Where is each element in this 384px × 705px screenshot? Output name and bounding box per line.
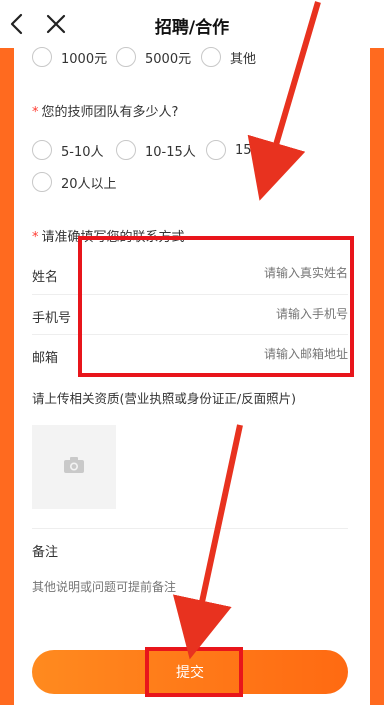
radio-circle[interactable] <box>32 140 52 160</box>
email-input[interactable] <box>148 347 348 361</box>
divider <box>32 528 348 529</box>
required-mark: * <box>32 230 39 245</box>
divider <box>32 334 348 335</box>
radio-budget-other[interactable]: 其他 <box>201 47 256 67</box>
radio-team-5-10[interactable]: 5-10人 <box>32 140 104 160</box>
team-size-question: * 您的技师团队有多少人? <box>32 101 178 120</box>
radio-label: 15-2 <box>235 142 265 158</box>
question-text: 您的技师团队有多少人? <box>41 105 179 120</box>
name-input[interactable] <box>148 266 348 280</box>
radio-circle[interactable] <box>116 140 136 160</box>
upload-photo-button[interactable] <box>32 425 116 509</box>
radio-circle[interactable] <box>206 140 226 160</box>
name-label: 姓名 <box>32 270 59 285</box>
radio-label: 其他 <box>230 51 257 67</box>
top-bar: 招聘/合作 <box>0 0 384 48</box>
divider <box>32 294 348 295</box>
radio-circle[interactable] <box>201 47 221 67</box>
submit-button[interactable]: 提交 <box>32 650 348 694</box>
camera-icon <box>63 456 85 478</box>
radio-label: 10-15人 <box>145 144 196 160</box>
radio-budget-5000[interactable]: 5000元 <box>116 47 191 67</box>
radio-label: 5000元 <box>145 51 192 67</box>
contact-question: * 请准确填写您的联系方式 <box>32 226 185 245</box>
radio-team-20-plus[interactable]: 20人以上 <box>32 172 117 192</box>
phone-input[interactable] <box>148 307 348 321</box>
phone-label: 手机号 <box>32 311 72 326</box>
radio-budget-1000[interactable]: 1000元 <box>32 47 107 67</box>
radio-circle[interactable] <box>116 47 136 67</box>
radio-label: 20人以上 <box>61 176 117 192</box>
radio-team-15-20[interactable]: 15-2 <box>206 140 265 160</box>
upload-label: 请上传相关资质(营业执照或身份证正/反面照片) <box>32 391 296 406</box>
notes-label: 备注 <box>32 545 59 560</box>
notes-input[interactable] <box>32 580 332 594</box>
radio-label: 5-10人 <box>61 144 104 160</box>
radio-circle[interactable] <box>32 47 52 67</box>
required-mark: * <box>32 105 39 120</box>
question-text: 请准确填写您的联系方式 <box>41 230 185 245</box>
submit-label: 提交 <box>176 665 204 681</box>
page-title: 招聘/合作 <box>154 18 230 38</box>
radio-label: 1000元 <box>61 51 108 67</box>
radio-circle[interactable] <box>32 172 52 192</box>
radio-team-10-15[interactable]: 10-15人 <box>116 140 196 160</box>
email-label: 邮箱 <box>32 351 59 366</box>
